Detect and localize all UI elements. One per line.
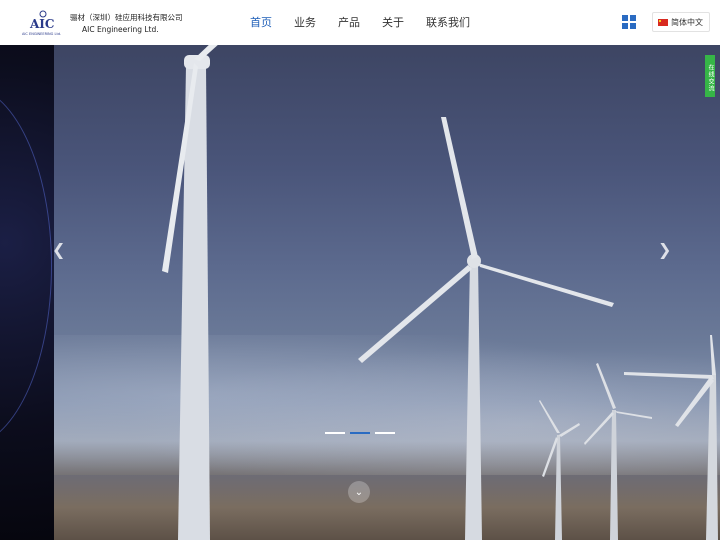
svg-text:AIC ENGINEERING Ltd.: AIC ENGINEERING Ltd. (22, 32, 61, 36)
company-name-en: AIC Engineering Ltd. (82, 25, 159, 34)
brand-text: 骊材（深圳）硅应用科技有限公司 AIC Engineering Ltd. (70, 12, 183, 34)
nav-item-home[interactable]: 首页 (250, 0, 272, 45)
hero-banner: ❮ ❯ ⌄ 在线交流 (0, 45, 720, 540)
main-nav: 首页 业务 产品 关于 联系我们 (250, 0, 492, 45)
chevron-left-icon: ❮ (52, 240, 66, 259)
slide-dot-1[interactable] (325, 432, 345, 434)
slide-dot-2[interactable] (350, 432, 370, 434)
chevron-right-icon: ❯ (658, 240, 672, 259)
slide-pagination (325, 432, 395, 434)
online-chat-tab[interactable]: 在线交流 (705, 55, 715, 97)
china-flag-icon (658, 18, 668, 26)
prev-slide-button[interactable]: ❮ (52, 240, 65, 259)
svg-text:AIC: AIC (29, 17, 54, 31)
company-logo[interactable]: AIC AIC ENGINEERING Ltd. (22, 10, 68, 36)
slide-dot-3[interactable] (375, 432, 395, 434)
nav-item-products[interactable]: 产品 (338, 0, 360, 45)
site-header: AIC AIC ENGINEERING Ltd. 骊材（深圳）硅应用科技有限公司… (0, 0, 720, 45)
grid-menu-icon[interactable] (622, 15, 636, 29)
wind-turbines-image (162, 45, 718, 540)
company-name-cn: 骊材（深圳）硅应用科技有限公司 (70, 13, 183, 22)
next-slide-button[interactable]: ❯ (658, 240, 671, 259)
nav-item-business[interactable]: 业务 (294, 0, 316, 45)
language-label: 简体中文 (671, 17, 703, 27)
chevron-down-icon: ⌄ (354, 486, 364, 498)
nav-item-contact[interactable]: 联系我们 (426, 0, 470, 45)
nav-item-about[interactable]: 关于 (382, 0, 404, 45)
scroll-down-button[interactable]: ⌄ (348, 481, 370, 503)
language-selector[interactable]: 简体中文 (652, 12, 710, 32)
